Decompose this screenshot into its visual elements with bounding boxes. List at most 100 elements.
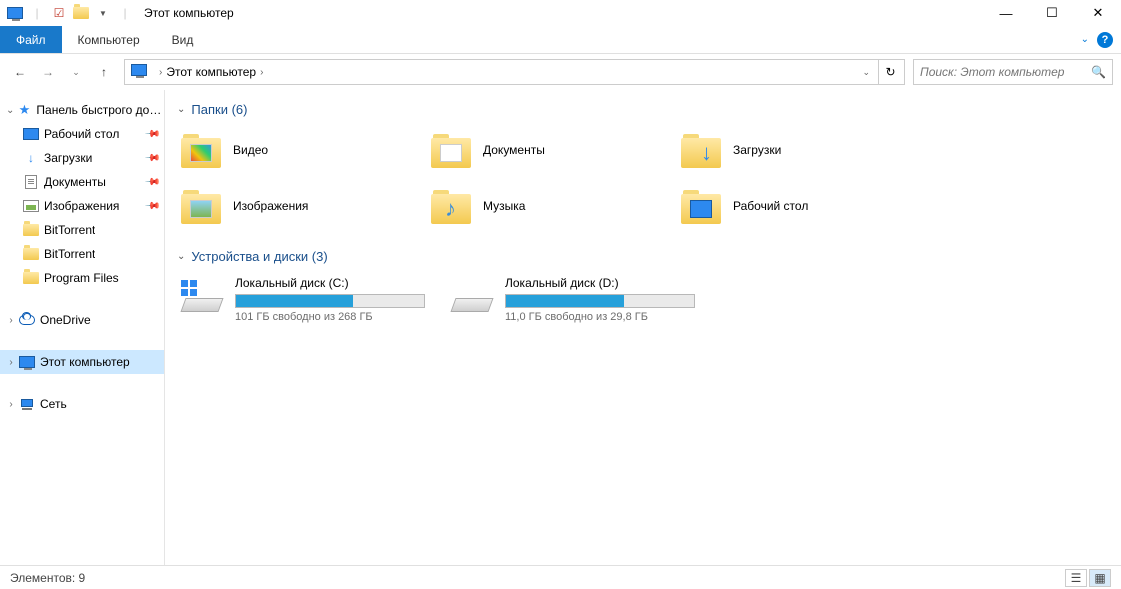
folder-item-documents[interactable]: Документы [427, 125, 677, 175]
window-title: Этот компьютер [144, 6, 234, 20]
file-tab[interactable]: Файл [0, 26, 62, 53]
sidebar-this-pc[interactable]: › Этот компьютер [0, 350, 164, 374]
folder-item-downloads[interactable]: ↓ Загрузки [677, 125, 927, 175]
sidebar-item-label: OneDrive [40, 313, 91, 327]
back-button[interactable]: ← [8, 60, 32, 84]
group-header-folders[interactable]: ⌄ Папки (6) [177, 102, 1109, 117]
sidebar-item-program-files[interactable]: Program Files [0, 266, 164, 290]
qat-separator2: | [116, 4, 134, 22]
search-input[interactable] [920, 65, 1091, 79]
drive-item-c[interactable]: Локальный диск (C:) 101 ГБ свободно из 2… [177, 272, 437, 327]
folder-icon [22, 270, 40, 286]
sidebar-item-label: Сеть [40, 397, 67, 411]
group-header-label: Папки (6) [191, 102, 247, 117]
folder-item-music[interactable]: ♪ Музыка [427, 181, 677, 231]
downloads-folder-icon: ↓ [681, 130, 721, 170]
sidebar-item-label: Документы [44, 175, 106, 189]
status-bar: Элементов: 9 ☰ ▦ [0, 565, 1121, 589]
sidebar-item-bittorrent[interactable]: BitTorrent [0, 242, 164, 266]
title-bar: | ☑ ▼ | Этот компьютер — ☐ ✕ [0, 0, 1121, 26]
chevron-right-icon[interactable]: › [4, 357, 18, 368]
drive-name: Локальный диск (D:) [505, 276, 703, 290]
sidebar-item-label: BitTorrent [44, 247, 95, 261]
ribbon-tab-computer[interactable]: Компьютер [62, 26, 156, 53]
view-large-icons-button[interactable]: ▦ [1089, 569, 1111, 587]
sidebar-item-bittorrent[interactable]: BitTorrent [0, 218, 164, 242]
pin-icon: 📌 [143, 126, 160, 143]
chevron-down-icon[interactable]: ⌄ [177, 251, 185, 262]
app-icon[interactable] [6, 4, 24, 22]
sidebar-quick-access[interactable]: ⌄ ★ Панель быстрого доступа [0, 98, 164, 122]
navigation-bar: ← → ⌄ ↑ › Этот компьютер › ⌄ ↻ 🔍 [0, 54, 1121, 90]
close-button[interactable]: ✕ [1075, 0, 1121, 26]
window-controls: — ☐ ✕ [983, 0, 1121, 26]
documents-folder-icon [431, 130, 471, 170]
sidebar-item-label: Изображения [44, 199, 119, 213]
chevron-down-icon[interactable]: ⌄ [4, 105, 16, 116]
breadcrumb-separator-icon[interactable]: › [155, 67, 166, 78]
search-box[interactable]: 🔍 [913, 59, 1113, 85]
sidebar-item-downloads[interactable]: ↓ Загрузки 📌 [0, 146, 164, 170]
search-icon[interactable]: 🔍 [1091, 65, 1106, 79]
pin-icon: 📌 [143, 150, 160, 167]
breadcrumb-separator-icon[interactable]: › [256, 67, 267, 78]
pin-icon: 📌 [143, 198, 160, 215]
chevron-down-icon[interactable]: ⌄ [177, 104, 185, 115]
folder-label: Рабочий стол [733, 199, 808, 213]
drive-free-text: 11,0 ГБ свободно из 29,8 ГБ [505, 311, 703, 323]
address-icon [131, 64, 151, 80]
image-icon [22, 198, 40, 214]
ribbon-expand-icon[interactable]: ⌄ [1081, 34, 1089, 45]
ribbon-tab-view[interactable]: Вид [156, 26, 210, 53]
sidebar-item-label: BitTorrent [44, 223, 95, 237]
recent-dropdown-icon[interactable]: ⌄ [64, 60, 88, 84]
maximize-button[interactable]: ☐ [1029, 0, 1075, 26]
folder-label: Изображения [233, 199, 308, 213]
videos-folder-icon [181, 130, 221, 170]
new-folder-icon[interactable] [72, 4, 90, 22]
navigation-pane: ⌄ ★ Панель быстрого доступа Рабочий стол… [0, 90, 165, 565]
up-button[interactable]: ↑ [92, 60, 116, 84]
drive-item-d[interactable]: Локальный диск (D:) 11,0 ГБ свободно из … [447, 272, 707, 327]
forward-button[interactable]: → [36, 60, 60, 84]
folder-item-videos[interactable]: Видео [177, 125, 427, 175]
help-icon[interactable]: ? [1097, 32, 1113, 48]
download-icon: ↓ [22, 150, 40, 166]
sidebar-item-desktop[interactable]: Рабочий стол 📌 [0, 122, 164, 146]
drive-name: Локальный диск (C:) [235, 276, 433, 290]
view-details-button[interactable]: ☰ [1065, 569, 1087, 587]
pictures-folder-icon [181, 186, 221, 226]
folder-icon [22, 222, 40, 238]
content-pane: ⌄ Папки (6) Видео Документы ↓ Загрузки И… [165, 90, 1121, 565]
folder-label: Загрузки [733, 143, 781, 157]
breadcrumb-item[interactable]: Этот компьютер [166, 65, 256, 79]
minimize-button[interactable]: — [983, 0, 1029, 26]
folder-label: Музыка [483, 199, 525, 213]
star-icon: ★ [16, 102, 32, 118]
sidebar-item-label: Загрузки [44, 151, 92, 165]
folder-item-pictures[interactable]: Изображения [177, 181, 427, 231]
address-bar[interactable]: › Этот компьютер › ⌄ ↻ [124, 59, 905, 85]
group-header-drives[interactable]: ⌄ Устройства и диски (3) [177, 249, 1109, 264]
qat-dropdown-icon[interactable]: ▼ [94, 4, 112, 22]
sidebar-onedrive[interactable]: › OneDrive [0, 308, 164, 332]
chevron-right-icon[interactable]: › [4, 315, 18, 326]
folder-item-desktop[interactable]: Рабочий стол [677, 181, 927, 231]
folders-grid: Видео Документы ↓ Загрузки Изображения ♪… [177, 125, 1109, 237]
computer-icon [18, 354, 36, 370]
address-history-icon[interactable]: ⌄ [856, 67, 876, 78]
refresh-button[interactable]: ↻ [878, 60, 902, 84]
quick-access-toolbar: | ☑ ▼ | [6, 4, 134, 22]
pin-icon: 📌 [143, 174, 160, 191]
properties-icon[interactable]: ☑ [50, 4, 68, 22]
sidebar-network[interactable]: › Сеть [0, 392, 164, 416]
chevron-right-icon[interactable]: › [4, 399, 18, 410]
drives-grid: Локальный диск (C:) 101 ГБ свободно из 2… [177, 272, 1109, 327]
sidebar-item-documents[interactable]: Документы 📌 [0, 170, 164, 194]
sidebar-item-label: Рабочий стол [44, 127, 119, 141]
sidebar-item-pictures[interactable]: Изображения 📌 [0, 194, 164, 218]
sidebar-item-label: Панель быстрого доступа [36, 103, 164, 117]
drive-icon [181, 276, 223, 318]
desktop-icon [22, 126, 40, 142]
group-header-label: Устройства и диски (3) [191, 249, 327, 264]
